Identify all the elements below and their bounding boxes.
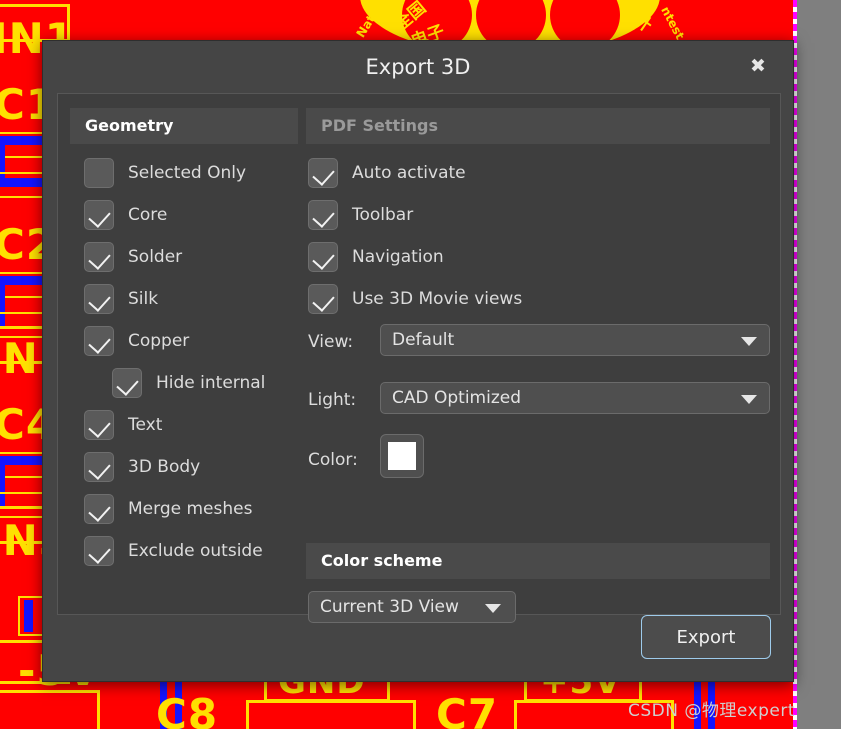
export-3d-dialog: Export 3D ✖ Geometry PDF Settings Color … — [42, 40, 794, 682]
light-dropdown[interactable]: CAD Optimized — [380, 382, 770, 414]
checkbox-navigation[interactable] — [308, 242, 338, 272]
checkbox-row-exclude-outside[interactable]: Exclude outside — [84, 536, 263, 566]
chevron-down-icon — [741, 395, 757, 404]
color-label: Color: — [308, 450, 358, 470]
checkbox-label: Toolbar — [352, 205, 414, 225]
checkbox-row-3d-body[interactable]: 3D Body — [84, 452, 200, 482]
checkbox-use-3d-movie-views[interactable] — [308, 284, 338, 314]
checkbox-row-text[interactable]: Text — [84, 410, 162, 440]
watermark: CSDN @物理expert — [628, 701, 795, 721]
checkbox-label: Selected Only — [128, 163, 247, 183]
section-header-color-scheme: Color scheme — [306, 543, 770, 579]
chevron-down-icon — [485, 604, 501, 613]
checkbox-3d-body[interactable] — [84, 452, 114, 482]
color-swatch-button[interactable] — [380, 434, 424, 478]
canvas-gutter — [797, 0, 841, 729]
checkbox-label: 3D Body — [128, 457, 201, 477]
silk-outline — [246, 700, 416, 729]
section-header-geometry[interactable]: Geometry — [70, 108, 298, 144]
checkbox-label: Text — [128, 415, 163, 435]
light-dropdown-value: CAD Optimized — [392, 388, 522, 408]
checkbox-solder[interactable] — [84, 242, 114, 272]
view-dropdown-value: Default — [392, 330, 455, 350]
checkbox-label: Navigation — [352, 247, 444, 267]
checkbox-label: Core — [128, 205, 168, 225]
checkbox-core[interactable] — [84, 200, 114, 230]
checkbox-label: Copper — [128, 331, 190, 351]
checkbox-row-solder[interactable]: Solder — [84, 242, 182, 272]
checkbox-merge-meshes[interactable] — [84, 494, 114, 524]
pcb-editor-window: Natio 全国 电子 设计 ntest IN1 C1 C2 IN2 C4 IN… — [0, 0, 841, 729]
checkbox-hide-internal[interactable] — [112, 368, 142, 398]
checkbox-label: Solder — [128, 247, 183, 267]
checkbox-label: Silk — [128, 289, 159, 309]
checkbox-row-navigation[interactable]: Navigation — [308, 242, 444, 272]
checkbox-label: Merge meshes — [128, 499, 253, 519]
checkbox-label: Hide internal — [156, 373, 266, 393]
dialog-content-panel: Geometry PDF Settings Color scheme Selec… — [57, 93, 781, 623]
export-button-label: Export — [676, 626, 736, 648]
color-chip — [388, 442, 416, 470]
checkbox-row-core[interactable]: Core — [84, 200, 167, 230]
checkbox-label: Auto activate — [352, 163, 466, 183]
checkbox-row-silk[interactable]: Silk — [84, 284, 158, 314]
silk-label: C7 — [436, 690, 499, 729]
checkbox-label: Exclude outside — [128, 541, 263, 561]
checkbox-row-hide-internal[interactable]: Hide internal — [112, 368, 265, 398]
checkbox-selected-only[interactable] — [84, 158, 114, 188]
logo-text: ntest — [658, 4, 688, 42]
checkbox-row-use-3d-movie-views[interactable]: Use 3D Movie views — [308, 284, 522, 314]
chevron-down-icon — [741, 337, 757, 346]
section-header-pdf-settings[interactable]: PDF Settings — [306, 108, 770, 144]
checkbox-label: Use 3D Movie views — [352, 289, 523, 309]
checkbox-row-merge-meshes[interactable]: Merge meshes — [84, 494, 252, 524]
checkbox-exclude-outside[interactable] — [84, 536, 114, 566]
checkbox-copper[interactable] — [84, 326, 114, 356]
checkbox-text[interactable] — [84, 410, 114, 440]
view-label: View: — [308, 332, 354, 352]
checkbox-row-toolbar[interactable]: Toolbar — [308, 200, 413, 230]
checkbox-row-copper[interactable]: Copper — [84, 326, 189, 356]
checkbox-row-selected-only[interactable]: Selected Only — [84, 158, 246, 188]
dialog-titlebar[interactable]: Export 3D ✖ — [43, 41, 793, 93]
color-scheme-dropdown-value: Current 3D View — [320, 597, 459, 617]
checkbox-row-auto-activate[interactable]: Auto activate — [308, 158, 466, 188]
trace — [24, 600, 33, 632]
silk-outline — [0, 690, 100, 729]
dialog-title: Export 3D — [365, 55, 471, 79]
checkbox-silk[interactable] — [84, 284, 114, 314]
light-label: Light: — [308, 390, 357, 410]
export-button[interactable]: Export — [641, 615, 771, 659]
close-icon[interactable]: ✖ — [743, 51, 773, 81]
checkbox-auto-activate[interactable] — [308, 158, 338, 188]
silk-label: C8 — [156, 690, 219, 729]
color-scheme-dropdown[interactable]: Current 3D View — [308, 591, 516, 623]
checkbox-toolbar[interactable] — [308, 200, 338, 230]
view-dropdown[interactable]: Default — [380, 324, 770, 356]
